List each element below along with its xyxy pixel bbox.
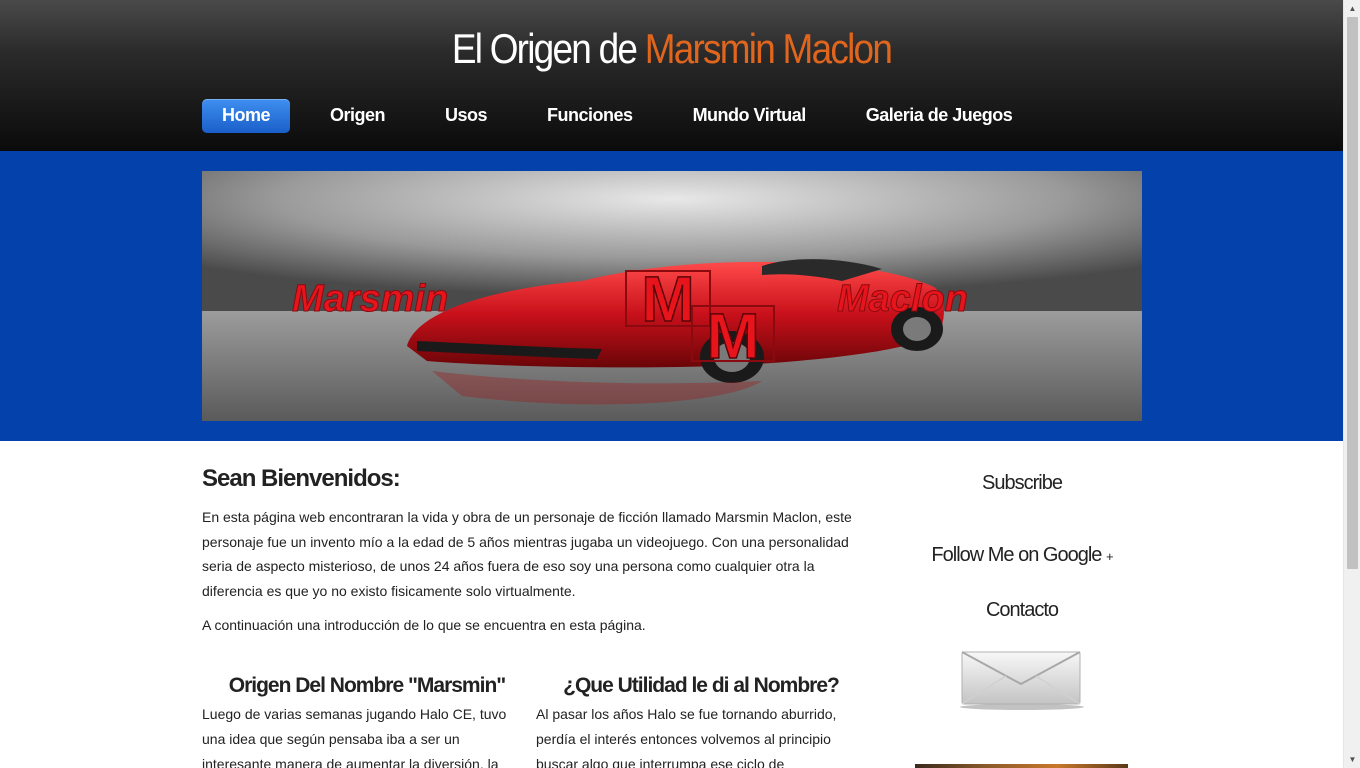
nav-item-usos[interactable]: Usos xyxy=(425,99,507,133)
welcome-title: Sean Bienvenidos: xyxy=(202,465,401,492)
banner-text-right: Maclon xyxy=(837,278,968,320)
vertical-scrollbar[interactable]: ▲ ▼ xyxy=(1343,0,1360,768)
feature-utilidad-text: Al pasar los años Halo se fue tornando a… xyxy=(536,706,837,768)
site-title: El Origen de Marsmin Maclon xyxy=(81,24,1263,74)
mm-logo-bottom: M xyxy=(706,300,759,372)
follow-google-label: Follow Me on Google xyxy=(931,544,1102,566)
site-title-main: El Origen de xyxy=(451,25,645,72)
feature-utilidad: ¿Que Utilidad le di al Nombre? Al pasar … xyxy=(536,674,870,768)
intro-summary: A continuación una introducción de lo qu… xyxy=(202,617,646,633)
feature-origen-title: Origen Del Nombre "Marsmin" xyxy=(228,674,506,697)
envelope-icon[interactable] xyxy=(960,650,1084,710)
site-title-accent: Marsmin Maclon xyxy=(644,25,893,72)
google-plus-icon: + xyxy=(1105,549,1114,564)
main-content: Sean Bienvenidos: En esta página web enc… xyxy=(202,465,870,768)
feature-origen-text: Luego de varias semanas jugando Halo CE,… xyxy=(202,706,507,768)
sidebar-image xyxy=(915,764,1128,768)
main-nav: Home Origen Usos Funciones Mundo Virtual… xyxy=(202,99,1052,133)
nav-item-home[interactable]: Home xyxy=(202,99,291,133)
banner-text-left: Marsmin xyxy=(292,278,448,320)
nav-item-origen[interactable]: Origen xyxy=(310,99,405,133)
banner-image: Marsmin Maclon M M xyxy=(202,171,1142,421)
scrollbar-thumb[interactable] xyxy=(1347,17,1358,569)
follow-google-link[interactable]: Follow Me on Google + xyxy=(912,544,1132,567)
contact-title: Contacto xyxy=(985,599,1059,621)
scroll-up-icon[interactable]: ▲ xyxy=(1344,0,1360,17)
subscribe-link[interactable]: Subscribe xyxy=(912,472,1132,495)
mm-logo-top: M xyxy=(641,263,694,335)
feature-columns: Origen Del Nombre "Marsmin" Luego de var… xyxy=(202,674,870,768)
nav-item-mundo-virtual[interactable]: Mundo Virtual xyxy=(673,99,826,133)
intro-paragraph: En esta página web encontraran la vida y… xyxy=(202,509,852,599)
feature-utilidad-title: ¿Que Utilidad le di al Nombre? xyxy=(563,674,840,697)
site-header: El Origen de Marsmin Maclon Home Origen … xyxy=(0,0,1343,151)
feature-origen: Origen Del Nombre "Marsmin" Luego de var… xyxy=(202,674,536,768)
scroll-down-icon[interactable]: ▼ xyxy=(1344,751,1360,768)
nav-item-funciones[interactable]: Funciones xyxy=(527,99,653,133)
banner-art: Marsmin Maclon M M xyxy=(202,171,1142,421)
nav-item-galeria-de-juegos[interactable]: Galeria de Juegos xyxy=(846,99,1033,133)
